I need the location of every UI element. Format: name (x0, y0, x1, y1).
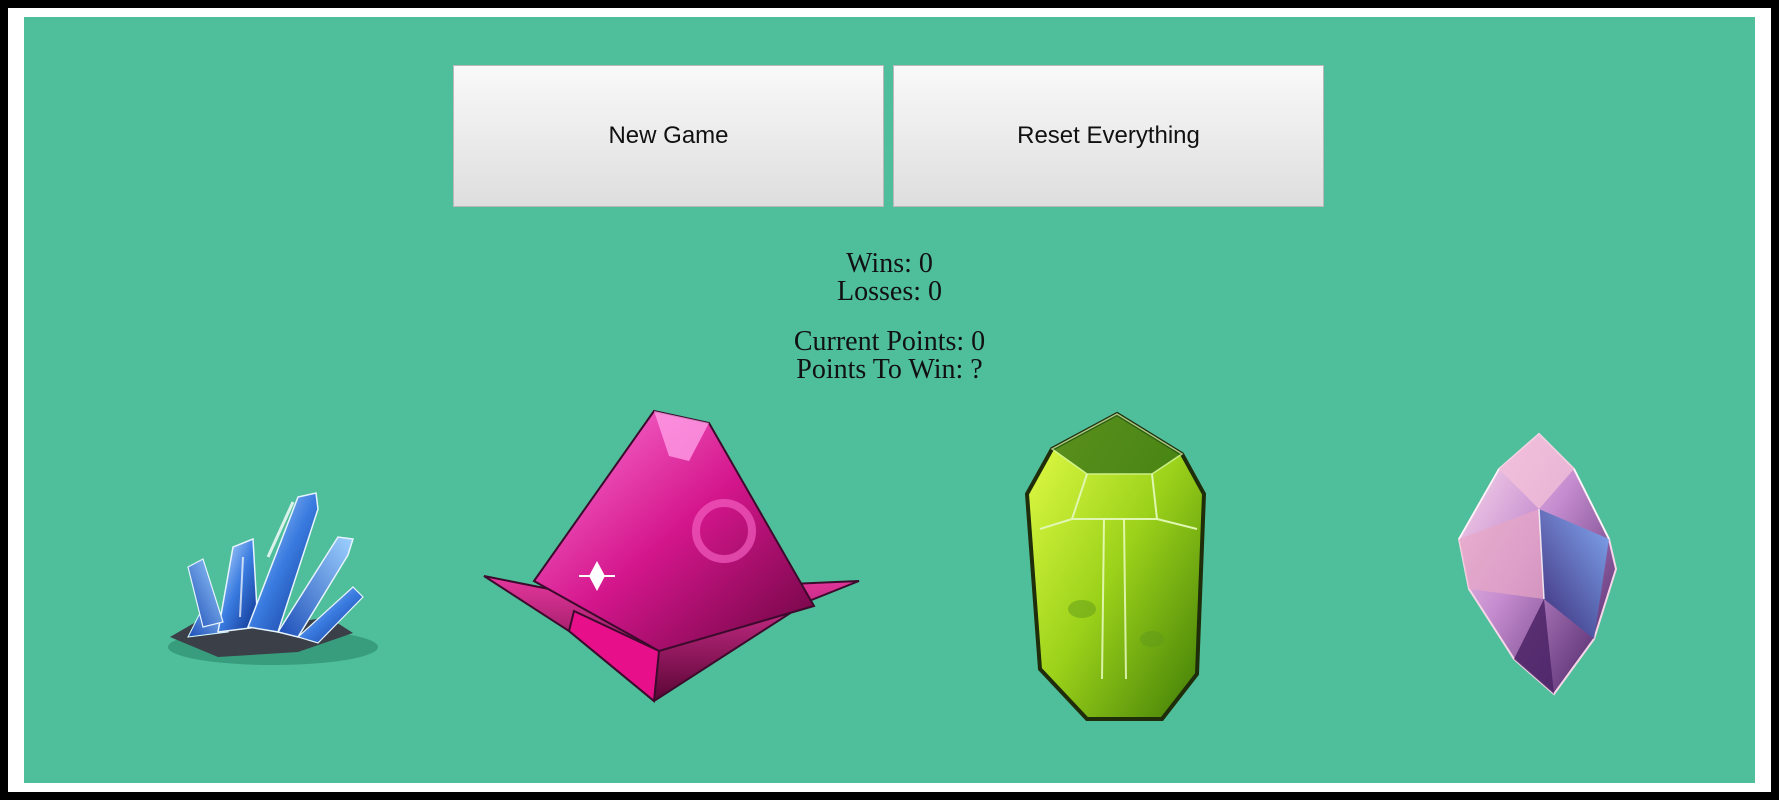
green-crystal-icon[interactable] (1012, 409, 1222, 729)
record-panel: Wins: 0 Losses: 0 (24, 250, 1755, 306)
pink-crystal-icon[interactable] (479, 401, 899, 731)
losses-count: Losses: 0 (837, 276, 942, 307)
blue-crystal-icon[interactable] (148, 447, 398, 677)
current-points: Current Points: 0 (793, 326, 986, 357)
game-area: New Game Reset Everything Wins: 0 Losses… (24, 17, 1755, 783)
reset-everything-button[interactable]: Reset Everything (893, 65, 1324, 207)
new-game-button[interactable]: New Game (453, 65, 884, 207)
points-to-win: Points To Win: ? (796, 354, 983, 385)
wins-count: Wins: 0 (846, 248, 933, 279)
points-panel: Current Points: 0 Points To Win: ? (24, 328, 1755, 384)
iridescent-crystal-icon[interactable] (1444, 429, 1634, 699)
game-frame: New Game Reset Everything Wins: 0 Losses… (8, 8, 1771, 792)
